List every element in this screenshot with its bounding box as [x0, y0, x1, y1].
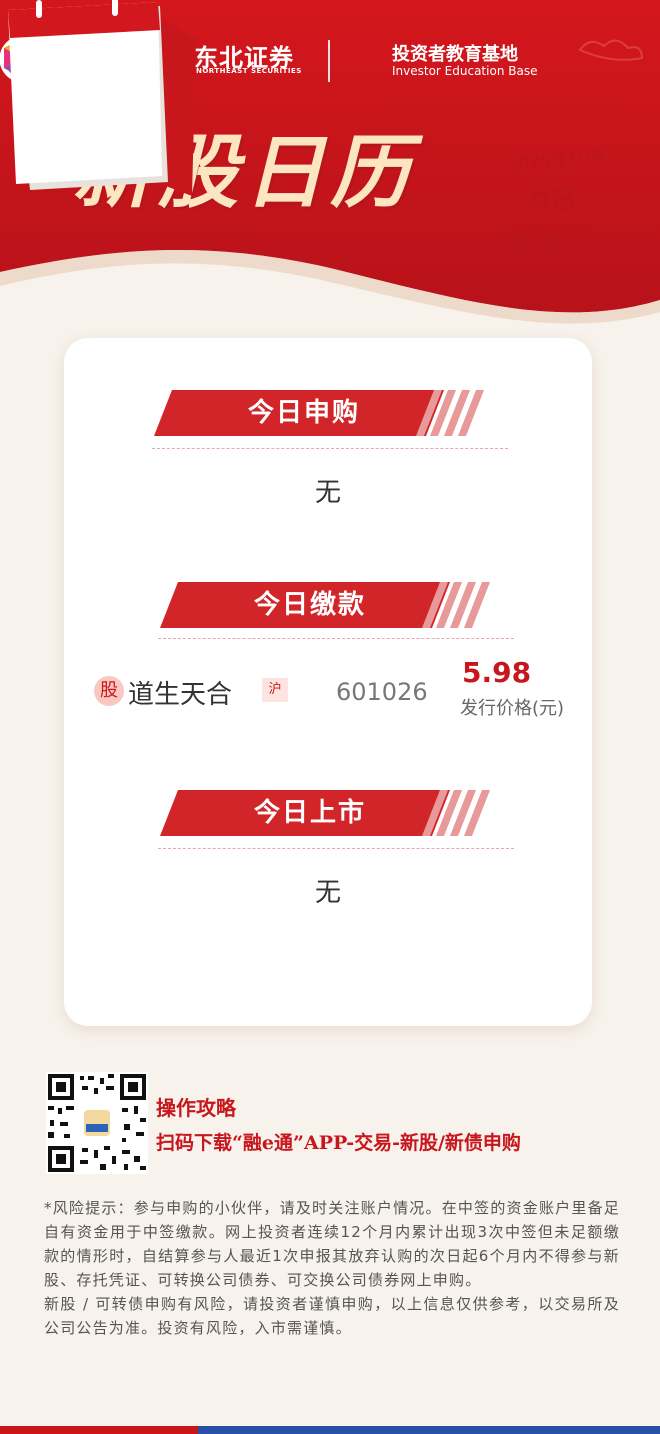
section-header-listing: 今日上市 [160, 790, 490, 836]
section-header-payment: 今日缴款 [160, 582, 490, 628]
edu-base-name-cn: 投资者教育基地 [392, 44, 518, 65]
section-title-subscription: 今日申购 [247, 398, 360, 428]
section-title-listing: 今日上市 [253, 798, 366, 828]
footer-color-bar [0, 1426, 660, 1434]
stock-code: 601026 [336, 678, 428, 706]
download-qr-code[interactable] [46, 1072, 148, 1174]
stock-badge: 股 [94, 676, 124, 706]
market-tag: 沪 [262, 678, 288, 702]
section-header-subscription: 今日申购 [154, 390, 484, 436]
risk-disclaimer: *风险提示：参与申购的小伙伴，请及时关注账户情况。在中签的资金账户里备足自有资金… [44, 1196, 620, 1340]
subscription-content: 无 [314, 478, 341, 508]
logo-divider [328, 40, 330, 82]
section-title-payment: 今日缴款 [253, 590, 366, 620]
section-divider [152, 448, 508, 449]
header-banner: 东北证券 NORTHEAST SECURITIES 投资者教育基地 Invest… [0, 0, 660, 330]
issue-price-label: 发行价格(元) [460, 698, 565, 719]
section-divider [158, 848, 514, 849]
brand-name-en: NORTHEAST SECURITIES [196, 67, 302, 75]
listing-content: 无 [314, 878, 341, 908]
guide-title: 操作攻略 [156, 1096, 236, 1120]
stock-name: 道生天合 [128, 680, 233, 710]
disclaimer-paragraph: 新股 / 可转债申购有风险，请投资者谨慎申购，以上信息仅供参考，以交易所及公司公… [44, 1295, 620, 1337]
guide-instructions: 扫码下载“融e通”APP-交易-新股/新债申购 [156, 1132, 521, 1154]
issue-price: 5.98 [462, 656, 532, 689]
section-divider [158, 638, 514, 639]
disclaimer-paragraph: *风险提示：参与申购的小伙伴，请及时关注账户情况。在中签的资金账户里备足自有资金… [44, 1199, 620, 1289]
calendar-icon [8, 0, 196, 196]
edu-base-name-en: Investor Education Base [392, 64, 538, 78]
